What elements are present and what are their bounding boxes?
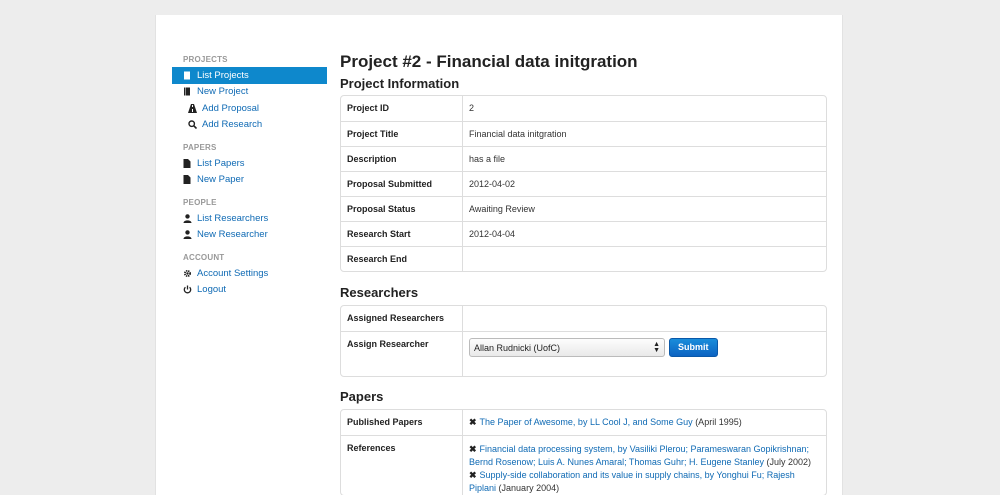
nav-group-papers: PAPERS List Papers New Paper <box>172 141 327 188</box>
info-value-proposal-status: Awaiting Review <box>463 196 826 221</box>
sidebar-item-label: List Researchers <box>197 212 269 224</box>
assigned-researchers-value <box>463 306 826 331</box>
file-icon <box>183 175 197 185</box>
main-content: Project #2 - Financial data initgration … <box>340 51 827 495</box>
papers-heading: Papers <box>340 389 384 404</box>
book-icon <box>183 87 197 96</box>
paper-date: (April 1995) <box>695 417 742 427</box>
sidebar-item-label: Add Proposal <box>202 102 260 114</box>
info-label-proposal-status: Proposal Status <box>341 196 463 221</box>
project-info-heading: Project Information <box>340 76 460 91</box>
researchers-heading: Researchers <box>340 285 419 300</box>
sidebar-item-logout[interactable]: Logout <box>172 282 327 299</box>
table-row: Project Title Financial data initgration <box>341 121 826 146</box>
papers-table: Published Papers ✖ The Paper of Awesome, … <box>340 409 827 495</box>
info-label-proposal-submitted: Proposal Submitted <box>341 171 463 196</box>
sidebar-item-label: Account Settings <box>197 267 269 279</box>
table-row: Proposal Submitted 2012-04-02 <box>341 171 826 196</box>
sidebar-item-new-project[interactable]: New Project <box>172 84 327 101</box>
sidebar-item-label: New Researcher <box>197 229 268 241</box>
table-row: Research End <box>341 246 826 271</box>
info-value-project-title: Financial data initgration <box>463 121 826 146</box>
paper-link[interactable]: The Paper of Awesome, by LL Cool J, and … <box>480 417 693 427</box>
paper-entry: ✖ Financial data processing system, by Va… <box>469 443 820 469</box>
sidebar-item-label: List Projects <box>197 69 249 81</box>
paper-entry: ✖ Supply-side collaboration and its value… <box>469 469 820 495</box>
project-info-table: Project ID 2 Project Title Financial data i… <box>340 95 827 272</box>
sidebar-item-label: Logout <box>197 284 227 296</box>
page-title: Project #2 - Financial data initgration <box>340 52 638 71</box>
table-row: Description has a file <box>341 146 826 171</box>
sidebar-item-new-researcher[interactable]: New Researcher <box>172 227 327 244</box>
researcher-select[interactable]: Allan Rudnicki (UofC) ▲ ▼ <box>469 338 665 357</box>
select-arrows-icon: ▲ ▼ <box>653 340 660 354</box>
info-value-description: has a file <box>463 146 826 171</box>
sidebar-item-add-research[interactable]: Add Research <box>172 117 327 134</box>
info-label-project-title: Project Title <box>341 121 463 146</box>
user-icon <box>183 230 197 240</box>
sidebar-item-new-paper[interactable]: New Paper <box>172 172 327 189</box>
published-papers-label: Published Papers <box>341 410 463 435</box>
info-label-project-id: Project ID <box>341 96 463 121</box>
book-icon <box>183 71 197 80</box>
nav-group-projects: PROJECTS List Projects New Project Add Prop… <box>172 53 327 133</box>
remove-icon[interactable]: ✖ <box>469 417 477 427</box>
paper-entry: ✖ The Paper of Awesome, by LL Cool J, and… <box>469 417 820 428</box>
submit-button[interactable]: Submit <box>669 338 718 357</box>
researcher-select-value: Allan Rudnicki (UofC) <box>474 342 561 353</box>
sidebar-nav: PROJECTS List Projects New Project Add Prop… <box>172 53 327 306</box>
sidebar-item-label: New Project <box>197 86 249 98</box>
references-label: References <box>341 435 463 495</box>
sidebar-item-account-settings[interactable]: Account Settings <box>172 265 327 282</box>
info-value-research-end <box>463 246 826 271</box>
sidebar-item-list-researchers[interactable]: List Researchers <box>172 210 327 227</box>
assign-researcher-label: Assign Researcher <box>341 331 463 376</box>
nav-header: ACCOUNT <box>183 253 225 262</box>
nav-group-account: ACCOUNT Account Settings Logout <box>172 251 327 298</box>
assigned-researchers-label: Assigned Researchers <box>341 306 463 331</box>
paper-date: (July 2002) <box>766 457 812 467</box>
info-label-description: Description <box>341 146 463 171</box>
info-value-proposal-submitted: 2012-04-02 <box>463 171 826 196</box>
nav-header: PEOPLE <box>183 198 217 207</box>
researchers-table: Assigned Researchers Assign Researcher A… <box>340 305 827 377</box>
sidebar-item-add-proposal[interactable]: Add Proposal <box>172 100 327 117</box>
sidebar-item-list-papers[interactable]: List Papers <box>172 155 327 172</box>
remove-icon[interactable]: ✖ <box>469 470 477 480</box>
road-icon <box>188 103 202 113</box>
sidebar-item-label: New Paper <box>197 174 244 186</box>
nav-header: PROJECTS <box>183 55 228 64</box>
content-panel: PROJECTS List Projects New Project Add Prop… <box>155 15 843 495</box>
info-label-research-start: Research Start <box>341 221 463 246</box>
power-icon <box>183 285 197 294</box>
nav-header: PAPERS <box>183 143 217 152</box>
user-icon <box>183 213 197 223</box>
table-row: Research Start 2012-04-04 <box>341 221 826 246</box>
info-label-research-end: Research End <box>341 246 463 271</box>
sidebar-item-label: List Papers <box>197 157 245 169</box>
remove-icon[interactable]: ✖ <box>469 444 477 454</box>
nav-group-people: PEOPLE List Researchers New Researcher <box>172 196 327 243</box>
info-value-project-id: 2 <box>469 103 475 113</box>
table-row: Proposal Status Awaiting Review <box>341 196 826 221</box>
file-icon <box>183 158 197 168</box>
cog-icon <box>183 269 197 278</box>
search-icon <box>188 120 202 130</box>
sidebar-item-label: Add Research <box>202 119 263 131</box>
table-row: Project ID 2 <box>341 96 826 121</box>
sidebar-item-list-projects[interactable]: List Projects <box>172 67 327 84</box>
info-value-research-start: 2012-04-04 <box>463 221 826 246</box>
paper-link[interactable]: Financial data processing system, by Vas… <box>469 444 809 467</box>
